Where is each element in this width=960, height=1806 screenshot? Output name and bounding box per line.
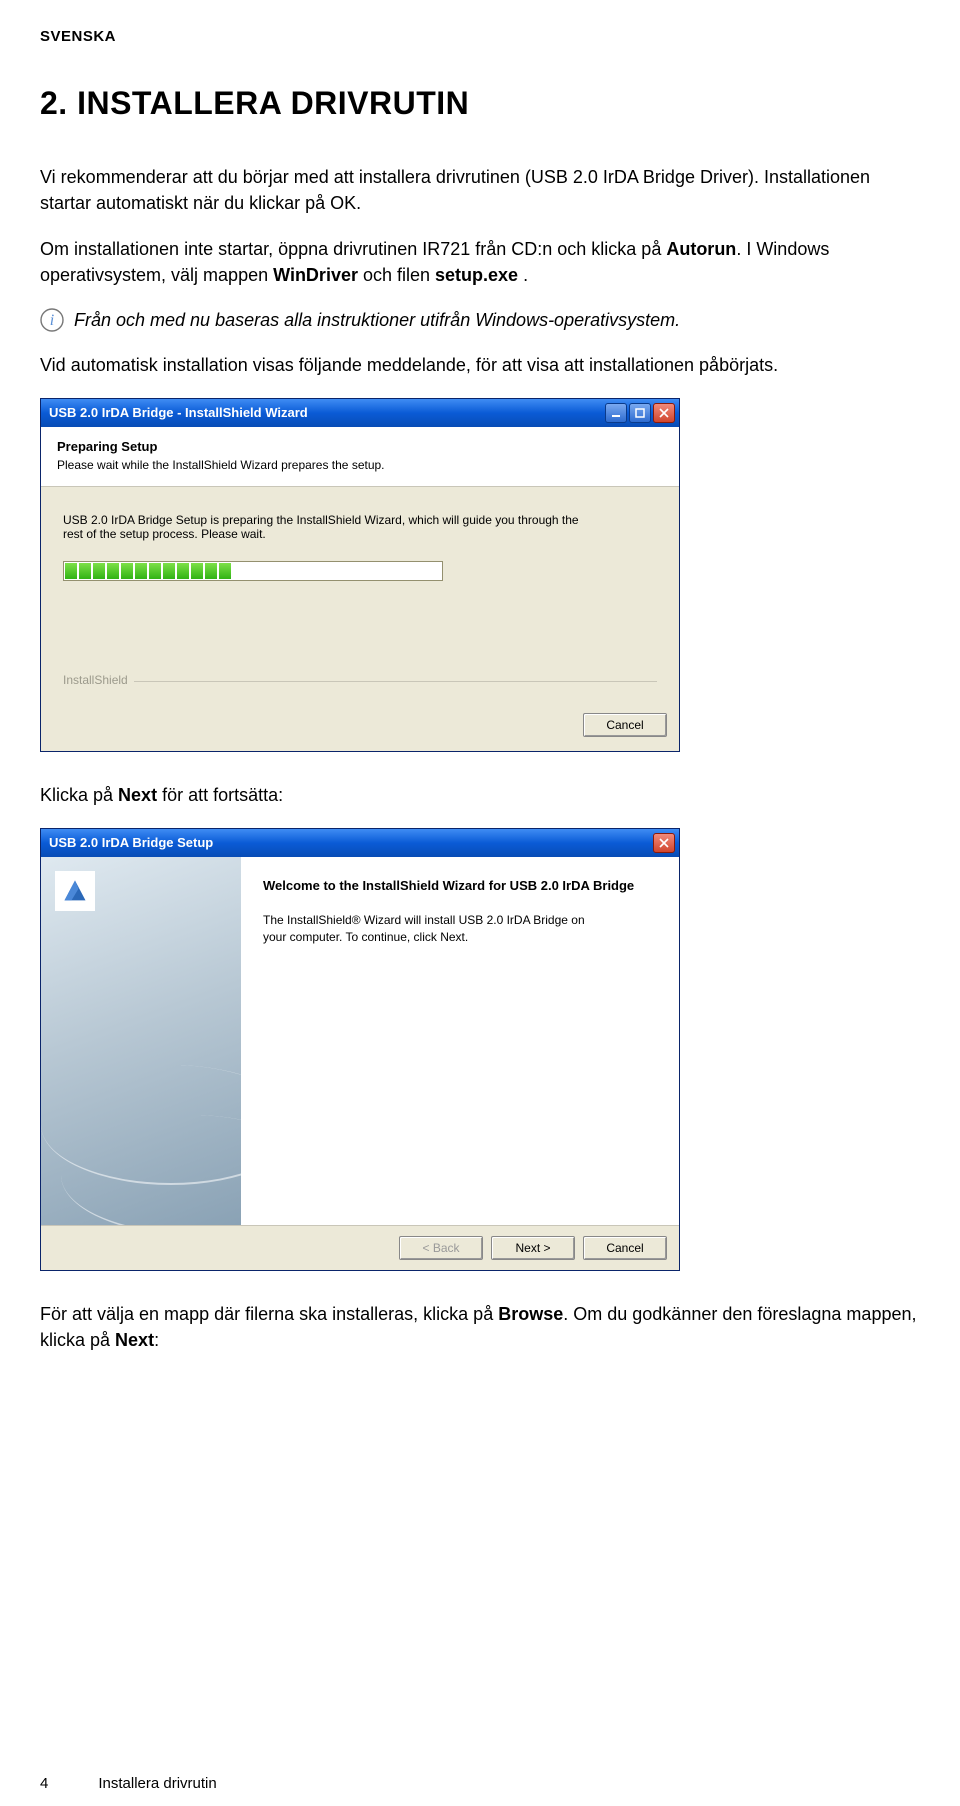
preparing-body-text: USB 2.0 IrDA Bridge Setup is preparing t… bbox=[63, 513, 583, 541]
page-header-language: SVENSKA bbox=[40, 28, 920, 45]
paragraph-4-a: Klicka på bbox=[40, 785, 118, 805]
progress-segment bbox=[93, 563, 105, 579]
cancel-button[interactable]: Cancel bbox=[583, 1236, 667, 1260]
progress-segment bbox=[121, 563, 133, 579]
progress-segment bbox=[219, 563, 231, 579]
page-number: 4 bbox=[40, 1775, 48, 1792]
info-callout: i Från och med nu baseras alla instrukti… bbox=[40, 308, 920, 333]
paragraph-4-c: för att fortsätta: bbox=[157, 785, 283, 805]
paragraph-4: Klicka på Next för att fortsätta: bbox=[40, 782, 920, 808]
paragraph-2-a: Om installationen inte startar, öppna dr… bbox=[40, 239, 666, 259]
info-text: Från och med nu baseras alla instruktion… bbox=[74, 308, 680, 333]
installshield-brand: InstallShield bbox=[63, 681, 657, 699]
progress-segment bbox=[79, 563, 91, 579]
paragraph-5-a: För att välja en mapp där filerna ska in… bbox=[40, 1304, 498, 1324]
progress-segment bbox=[191, 563, 203, 579]
paragraph-2-autorun: Autorun bbox=[666, 239, 736, 259]
paragraph-4-next: Next bbox=[118, 785, 157, 805]
paragraph-2-windriver: WinDriver bbox=[273, 265, 358, 285]
section-heading: 2. INSTALLERA DRIVRUTIN bbox=[40, 85, 920, 122]
paragraph-2-g: . bbox=[518, 265, 528, 285]
progress-segment bbox=[149, 563, 161, 579]
progress-segment bbox=[163, 563, 175, 579]
progress-segment bbox=[135, 563, 147, 579]
wizard-side-graphic bbox=[41, 857, 241, 1225]
installshield-logo-icon bbox=[55, 871, 95, 911]
progress-bar bbox=[63, 561, 443, 581]
close-icon[interactable] bbox=[653, 403, 675, 423]
paragraph-5-browse: Browse bbox=[498, 1304, 563, 1324]
dialog1-titlebar: USB 2.0 IrDA Bridge - InstallShield Wiza… bbox=[41, 399, 679, 427]
paragraph-3: Vid automatisk installation visas följan… bbox=[40, 352, 920, 378]
dialog1-title-text: USB 2.0 IrDA Bridge - InstallShield Wiza… bbox=[49, 405, 308, 420]
back-button: < Back bbox=[399, 1236, 483, 1260]
dialog1-header-panel: Preparing Setup Please wait while the In… bbox=[41, 427, 679, 487]
page-footer: 4 Installera drivrutin bbox=[40, 1775, 217, 1792]
close-icon[interactable] bbox=[653, 833, 675, 853]
installshield-preparing-dialog: USB 2.0 IrDA Bridge - InstallShield Wiza… bbox=[40, 398, 680, 752]
paragraph-2: Om installationen inte startar, öppna dr… bbox=[40, 236, 920, 288]
dialog2-body: Welcome to the InstallShield Wizard for … bbox=[41, 857, 679, 1225]
paragraph-5-next: Next bbox=[115, 1330, 154, 1350]
installshield-welcome-dialog: USB 2.0 IrDA Bridge Setup Welcome to the… bbox=[40, 828, 680, 1271]
dialog2-titlebar: USB 2.0 IrDA Bridge Setup bbox=[41, 829, 679, 857]
dialog2-title-text: USB 2.0 IrDA Bridge Setup bbox=[49, 835, 213, 850]
maximize-icon[interactable] bbox=[629, 403, 651, 423]
dialog1-body: USB 2.0 IrDA Bridge Setup is preparing t… bbox=[41, 487, 679, 709]
paragraph-5: För att välja en mapp där filerna ska in… bbox=[40, 1301, 920, 1353]
dialog1-button-row: Cancel bbox=[41, 709, 679, 751]
progress-segment bbox=[107, 563, 119, 579]
preparing-title: Preparing Setup bbox=[57, 439, 663, 454]
footer-title: Installera drivrutin bbox=[98, 1775, 216, 1792]
paragraph-2-setup: setup.exe bbox=[435, 265, 518, 285]
progress-segment bbox=[205, 563, 217, 579]
cancel-button[interactable]: Cancel bbox=[583, 713, 667, 737]
progress-segment bbox=[177, 563, 189, 579]
paragraph-2-e: och filen bbox=[358, 265, 435, 285]
next-button[interactable]: Next > bbox=[491, 1236, 575, 1260]
preparing-subtitle: Please wait while the InstallShield Wiza… bbox=[57, 458, 663, 472]
progress-segment bbox=[65, 563, 77, 579]
welcome-title: Welcome to the InstallShield Wizard for … bbox=[263, 877, 657, 895]
dialog2-button-row: < Back Next > Cancel bbox=[41, 1225, 679, 1270]
svg-text:i: i bbox=[50, 312, 54, 329]
info-icon: i bbox=[40, 308, 64, 332]
welcome-body: The InstallShield® Wizard will install U… bbox=[263, 912, 603, 946]
paragraph-5-e: : bbox=[154, 1330, 159, 1350]
paragraph-1: Vi rekommenderar att du börjar med att i… bbox=[40, 164, 920, 216]
minimize-icon[interactable] bbox=[605, 403, 627, 423]
wizard-main-panel: Welcome to the InstallShield Wizard for … bbox=[241, 857, 679, 1225]
